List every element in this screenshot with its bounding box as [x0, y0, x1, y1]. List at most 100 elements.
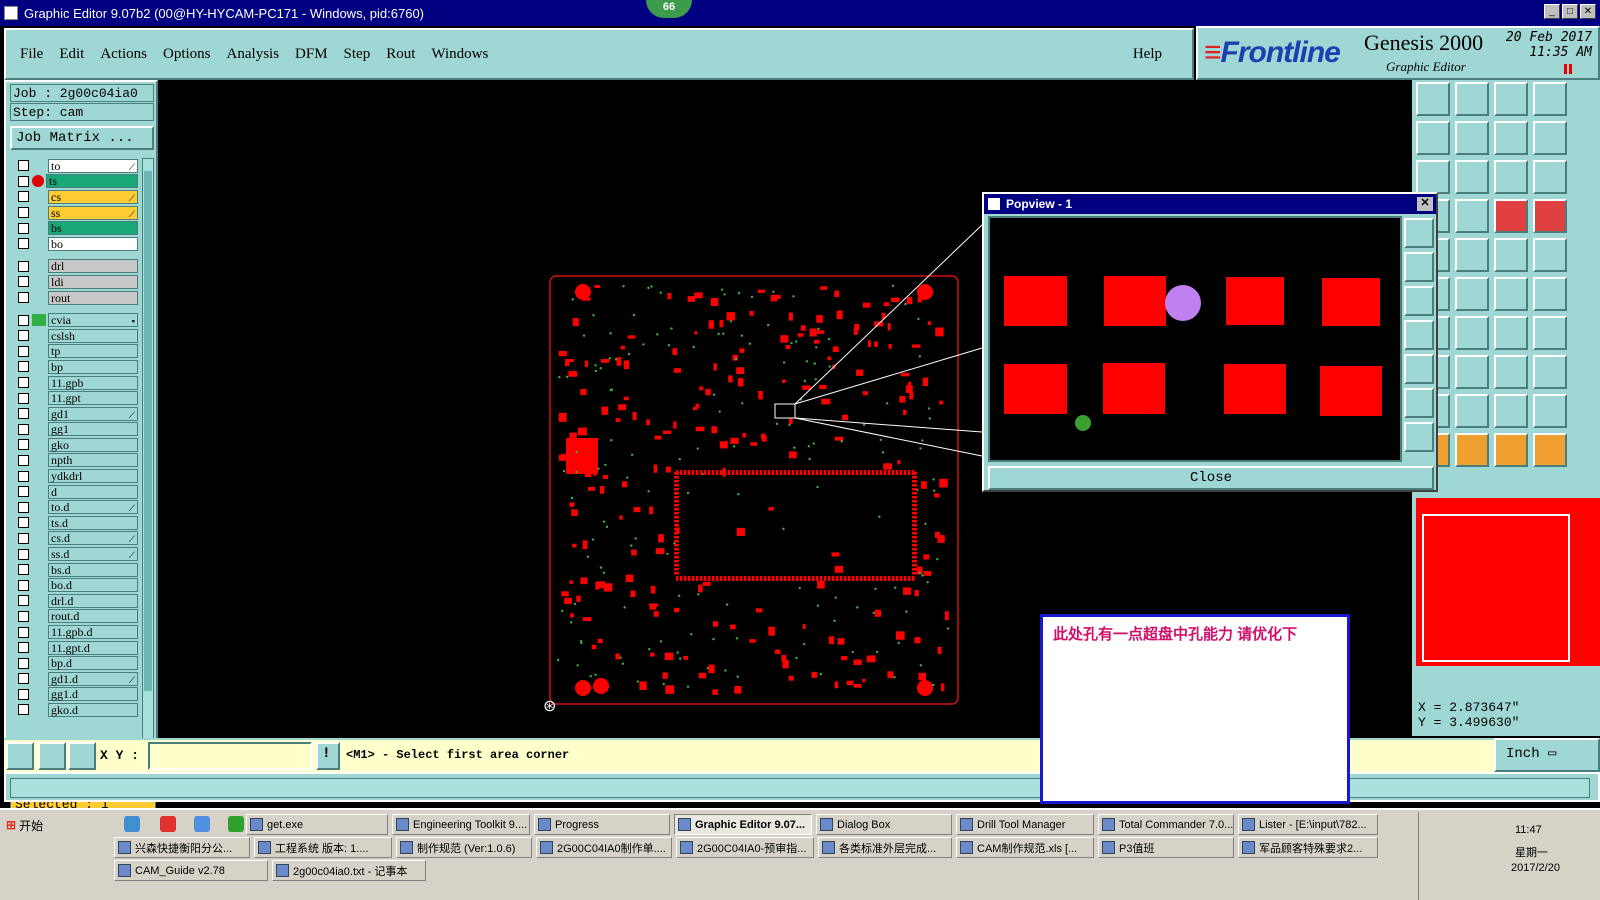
- menu-rout[interactable]: Rout: [386, 46, 415, 63]
- layer-row-bs.d[interactable]: bs.d: [10, 562, 138, 578]
- layer-checkbox[interactable]: [18, 486, 29, 498]
- popview-titlebar[interactable]: Popview - 1 ✕: [984, 194, 1436, 214]
- layer-row-gg1[interactable]: gg1: [10, 422, 138, 438]
- layer-checkbox[interactable]: [18, 673, 29, 685]
- quick-launch-icon[interactable]: [194, 816, 210, 832]
- layer-checkbox[interactable]: [18, 688, 29, 700]
- layer-checkbox[interactable]: [18, 595, 29, 607]
- quick-launch-icon[interactable]: [160, 816, 176, 832]
- layer-name[interactable]: to ⟋: [48, 158, 138, 173]
- layer-name[interactable]: bs.d: [48, 562, 138, 577]
- layer-row-ss.d[interactable]: ss.d ⟋: [10, 546, 138, 562]
- layer-checkbox[interactable]: [18, 377, 29, 389]
- layer-checkbox[interactable]: [18, 579, 29, 591]
- layer-row-cvia[interactable]: cvia ▪: [10, 312, 138, 328]
- layer-name[interactable]: to.d ⟋: [48, 500, 138, 515]
- tool-add-icon[interactable]: [1455, 316, 1489, 350]
- menu-dfm[interactable]: DFM: [295, 46, 328, 63]
- layer-row-bo.d[interactable]: bo.d: [10, 577, 138, 593]
- layer-name[interactable]: ss ⟋: [48, 205, 138, 220]
- layer-checkbox[interactable]: [18, 238, 29, 250]
- layer-row-to.d[interactable]: to.d ⟋: [10, 499, 138, 515]
- menu-file[interactable]: File: [20, 46, 43, 63]
- layer-checkbox[interactable]: [18, 276, 29, 288]
- layer-checkbox[interactable]: [18, 564, 29, 576]
- menu-options[interactable]: Options: [163, 46, 211, 63]
- layer-row-to[interactable]: to ⟋: [10, 158, 138, 174]
- taskbar-item[interactable]: P3值班: [1098, 837, 1234, 858]
- tool-pointer-icon[interactable]: [1494, 433, 1528, 467]
- popview-close-icon[interactable]: ✕: [1417, 197, 1433, 211]
- layer-row-gg1.d[interactable]: gg1.d: [10, 687, 138, 703]
- layer-checkbox[interactable]: [18, 517, 29, 529]
- layer-checkbox[interactable]: [18, 470, 29, 482]
- taskbar-item[interactable]: 兴森快捷衡阳分公...: [114, 837, 250, 858]
- popview-zoom-icon[interactable]: [1404, 218, 1434, 248]
- quick-launch-icon[interactable]: [124, 816, 140, 832]
- layer-checkbox[interactable]: [18, 610, 29, 622]
- layer-checkbox[interactable]: [18, 392, 29, 404]
- tool-fit-icon[interactable]: [1533, 121, 1567, 155]
- menu-actions[interactable]: Actions: [100, 46, 147, 63]
- tool-zoom-fit-icon[interactable]: [1455, 199, 1489, 233]
- taskbar-item[interactable]: 工程系统 版本: 1....: [254, 837, 392, 858]
- layer-name[interactable]: ts: [46, 174, 138, 189]
- taskbar-item[interactable]: 2G00C04IA0制作单....: [536, 837, 672, 858]
- layer-name[interactable]: bp.d: [48, 656, 138, 671]
- tool-move-icon[interactable]: [1455, 160, 1489, 194]
- layer-name[interactable]: bo.d: [48, 578, 138, 593]
- layer-name[interactable]: drl.d: [48, 593, 138, 608]
- tool-window-icon[interactable]: [1533, 82, 1567, 116]
- layer-row-tp[interactable]: tp: [10, 344, 138, 360]
- tool-report-icon[interactable]: [1533, 394, 1567, 428]
- layer-name[interactable]: 11.gpb.d: [48, 625, 138, 640]
- layer-row-11.gpt[interactable]: 11.gpt: [10, 390, 138, 406]
- layer-checkbox[interactable]: [18, 175, 29, 187]
- taskbar-item[interactable]: CAM制作规范.xls [...: [956, 837, 1094, 858]
- layer-name[interactable]: gko: [48, 437, 138, 452]
- layer-checkbox[interactable]: [18, 260, 29, 272]
- window-titlebar[interactable]: Graphic Editor 9.07b2 (00@HY-HYCAM-PC171…: [0, 0, 1600, 26]
- tool-help-icon[interactable]: [1533, 160, 1567, 194]
- layer-name[interactable]: gd1.d ⟋: [48, 671, 138, 686]
- layer-checkbox[interactable]: [18, 330, 29, 342]
- menu-windows[interactable]: Windows: [431, 46, 488, 63]
- layer-row-11.gpb.d[interactable]: 11.gpb.d: [10, 624, 138, 640]
- layer-checkbox[interactable]: [18, 642, 29, 654]
- layer-row-bo[interactable]: bo: [10, 236, 138, 252]
- layer-name[interactable]: gd1 ⟋: [48, 406, 138, 421]
- taskbar-item[interactable]: Dialog Box: [816, 814, 952, 835]
- layer-checkbox[interactable]: [18, 292, 29, 304]
- overview-map[interactable]: [1416, 498, 1600, 666]
- menu-analysis[interactable]: Analysis: [227, 46, 280, 63]
- popview-fit-icon[interactable]: [1404, 286, 1434, 316]
- layer-name[interactable]: gg1: [48, 422, 138, 437]
- layer-name[interactable]: cslsh: [48, 328, 138, 343]
- tool-pan-icon[interactable]: [1416, 160, 1450, 194]
- tool-ratio-icon[interactable]: [1494, 160, 1528, 194]
- layer-name[interactable]: ts.d: [48, 515, 138, 530]
- tool-layers-icon[interactable]: [1533, 199, 1567, 233]
- taskbar-item[interactable]: 制作规范 (Ver:1.0.6): [396, 837, 532, 858]
- layer-row-cslsh[interactable]: cslsh: [10, 328, 138, 344]
- layer-checkbox[interactable]: [18, 532, 29, 544]
- layer-checkbox[interactable]: [18, 160, 29, 172]
- layer-name[interactable]: ss.d ⟋: [48, 547, 138, 562]
- layer-checkbox[interactable]: [18, 361, 29, 373]
- layer-checkbox[interactable]: [18, 439, 29, 451]
- start-button[interactable]: ⊞ 开始: [2, 814, 58, 836]
- taskbar-item[interactable]: Total Commander 7.0...: [1098, 814, 1234, 835]
- layer-name[interactable]: 11.gpb: [48, 375, 138, 390]
- layer-row-ydkdrl[interactable]: ydkdrl: [10, 468, 138, 484]
- layer-name[interactable]: 11.gpt: [48, 391, 138, 406]
- layer-checkbox[interactable]: [18, 345, 29, 357]
- taskbar-item[interactable]: get.exe: [246, 814, 388, 835]
- tool-edit-icon[interactable]: [1416, 82, 1450, 116]
- layer-row-rout[interactable]: rout: [10, 290, 138, 306]
- menu-help[interactable]: Help: [1133, 46, 1162, 63]
- tool-next-icon[interactable]: [1455, 121, 1489, 155]
- tool-symbol-icon[interactable]: [1533, 277, 1567, 311]
- tool-prev-icon[interactable]: [1416, 121, 1450, 155]
- zoom-area-button[interactable]: [6, 742, 34, 770]
- layer-name[interactable]: ldi: [48, 274, 138, 289]
